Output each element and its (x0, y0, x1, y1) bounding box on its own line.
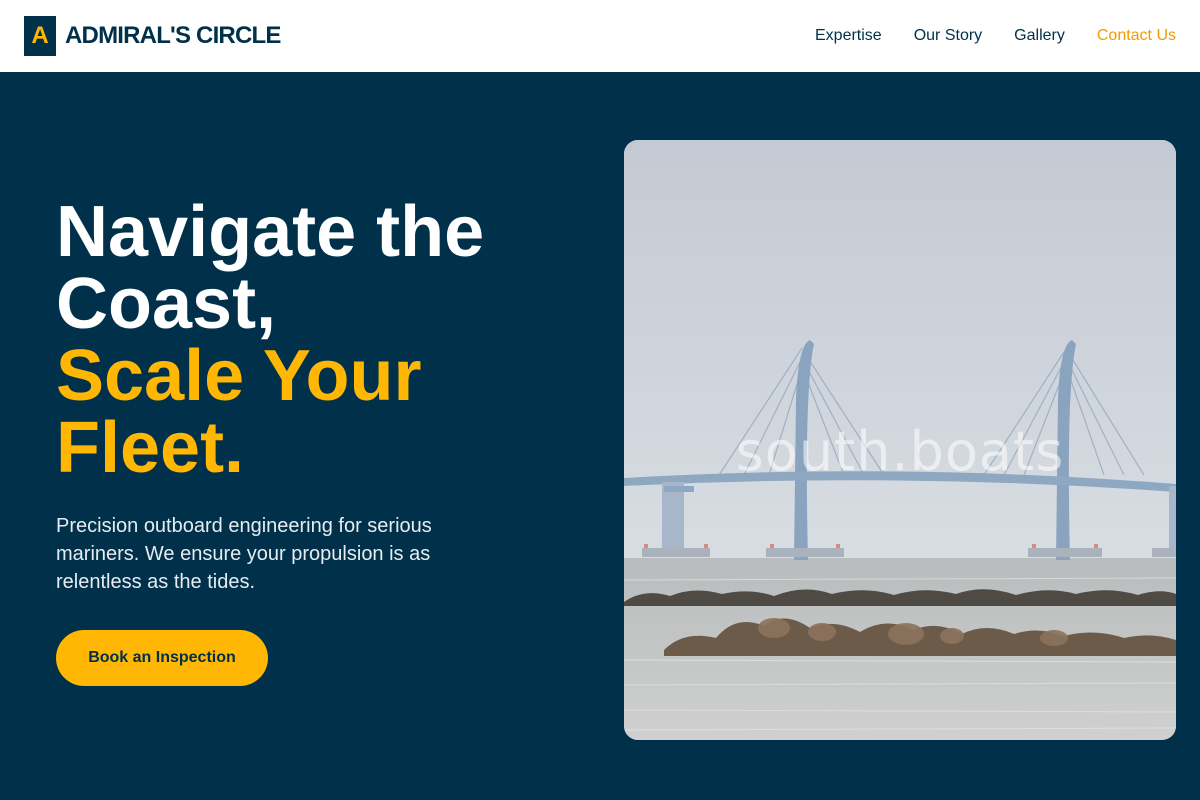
brand-logo-link[interactable]: A ADMIRAL'S CIRCLE (24, 16, 281, 56)
hero-subtext: Precision outboard engineering for serio… (56, 515, 432, 593)
hero-section: Navigate the Coast, Scale Your Fleet. Pr… (0, 72, 1200, 800)
main-nav: Expertise Our Story Gallery Contact Us (815, 27, 1176, 45)
site-header: A ADMIRAL'S CIRCLE Expertise Our Story G… (0, 0, 1200, 72)
image-watermark: south.boats (735, 420, 1065, 483)
headline-line-4: Fleet. (56, 408, 245, 488)
nav-link-contact-us[interactable]: Contact Us (1097, 27, 1176, 45)
hero-headline: Navigate the Coast, Scale Your Fleet. (56, 196, 576, 484)
brand-name: ADMIRAL'S CIRCLE (65, 22, 281, 49)
hero-photo: south.boats (624, 140, 1176, 740)
nav-link-expertise[interactable]: Expertise (815, 27, 882, 45)
logo-mark: A (24, 16, 56, 56)
hero-copy: Navigate the Coast, Scale Your Fleet. Pr… (56, 196, 576, 686)
nav-link-gallery[interactable]: Gallery (1014, 27, 1065, 45)
book-inspection-button[interactable]: Book an Inspection (56, 630, 268, 686)
headline-line-3: Scale Your (56, 336, 422, 416)
nav-link-our-story[interactable]: Our Story (914, 27, 982, 45)
headline-line-2: Coast, (56, 264, 277, 344)
headline-line-1: Navigate the (56, 192, 485, 272)
